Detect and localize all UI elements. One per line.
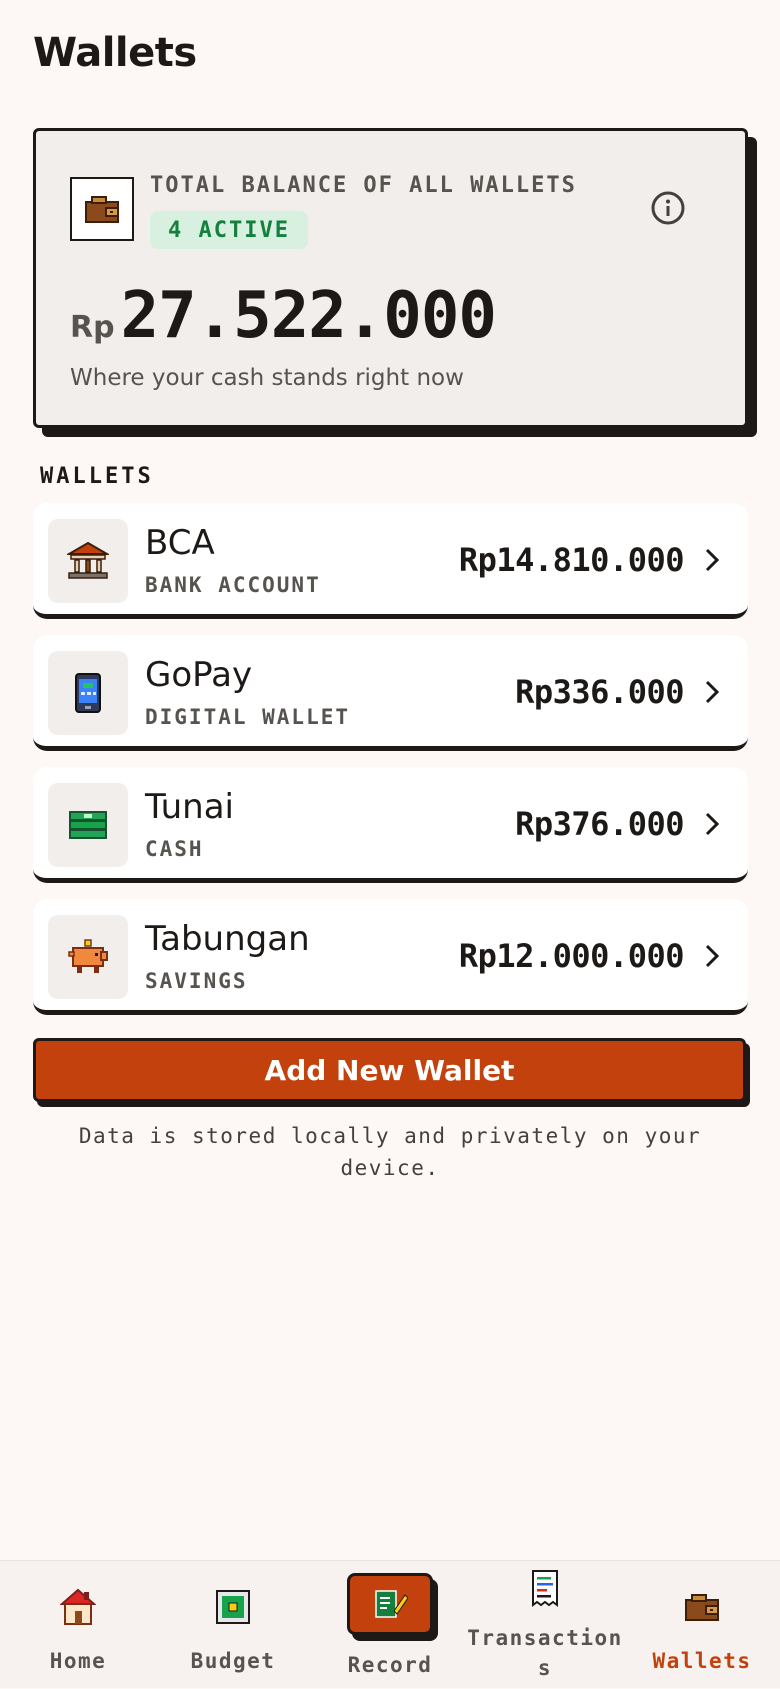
- page-title: Wallets: [33, 30, 197, 76]
- currency-symbol: Rp: [70, 310, 115, 345]
- wallet-item-icon-box: [48, 783, 128, 867]
- house-icon: [60, 1588, 96, 1625]
- receipt-icon: [532, 1570, 558, 1607]
- wallet-icon: [685, 1594, 719, 1621]
- wallet-name: GoPay: [145, 655, 253, 695]
- budget-icon: [216, 1590, 250, 1624]
- wallet-type: DIGITAL WALLET: [145, 705, 351, 729]
- piggy-bank-icon: [68, 939, 108, 973]
- wallets-section-label: WALLETS: [40, 464, 154, 489]
- nav-label: Transactions: [467, 1626, 623, 1680]
- wallet-item-icon-box: [48, 519, 128, 603]
- cash-icon: [69, 811, 107, 839]
- wallet-item-icon-box: [48, 915, 128, 999]
- record-icon: [375, 1590, 408, 1618]
- balance-tagline: Where your cash stands right now: [70, 365, 464, 391]
- active-wallets-badge: 4 ACTIVE: [150, 211, 308, 249]
- wallet-item-tabungan[interactable]: Tabungan SAVINGS Rp12.000.000: [33, 899, 748, 1015]
- wallet-type: SAVINGS: [145, 969, 248, 993]
- wallet-name: Tunai: [145, 787, 234, 827]
- wallet-item-gopay[interactable]: GoPay DIGITAL WALLET Rp336.000: [33, 635, 748, 751]
- total-balance-card: TOTAL BALANCE OF ALL WALLETS 4 ACTIVE Rp…: [33, 128, 748, 428]
- nav-item-transactions[interactable]: Transactions: [467, 1561, 621, 1689]
- wallet-type: CASH: [145, 837, 204, 861]
- total-balance-row: Rp 27.522.000: [70, 279, 497, 353]
- chevron-right-icon: [705, 548, 720, 572]
- privacy-note: Data is stored locally and privately on …: [78, 1124, 702, 1180]
- nav-item-record[interactable]: Record: [315, 1561, 465, 1689]
- nav-label: Home: [49, 1649, 107, 1673]
- nav-item-wallets[interactable]: Wallets: [627, 1561, 777, 1689]
- chevron-right-icon: [705, 680, 720, 704]
- nav-item-home[interactable]: Home: [3, 1561, 153, 1689]
- wallet-balance: Rp336.000: [515, 673, 684, 711]
- wallet-icon-box: [70, 177, 134, 241]
- wallet-item-icon-box: [48, 651, 128, 735]
- chevron-right-icon: [705, 812, 720, 836]
- nav-label: Wallets: [652, 1649, 752, 1673]
- add-new-wallet-button[interactable]: Add New Wallet: [33, 1038, 746, 1102]
- wallet-name: Tabungan: [145, 919, 310, 959]
- record-button[interactable]: [347, 1573, 433, 1635]
- wallet-type: BANK ACCOUNT: [145, 573, 321, 597]
- wallet-balance: Rp14.810.000: [458, 541, 685, 579]
- total-balance-label: TOTAL BALANCE OF ALL WALLETS: [150, 173, 577, 198]
- wallet-item-tunai[interactable]: Tunai CASH Rp376.000: [33, 767, 748, 883]
- wallet-item-bca[interactable]: BCA BANK ACCOUNT Rp14.810.000: [33, 503, 748, 619]
- wallet-balance: Rp376.000: [515, 805, 684, 843]
- wallet-icon: [85, 196, 119, 223]
- bottom-nav: Home Budget Record Transactions Wallets: [0, 1560, 780, 1688]
- wallet-name: BCA: [145, 523, 215, 563]
- info-icon[interactable]: [651, 191, 685, 225]
- nav-label: Record: [347, 1653, 433, 1677]
- bank-icon: [67, 541, 109, 579]
- nav-label: Budget: [190, 1649, 276, 1673]
- phone-wallet-icon: [75, 673, 101, 713]
- total-balance-amount: 27.522.000: [120, 279, 497, 353]
- wallet-balance: Rp12.000.000: [458, 937, 685, 975]
- chevron-right-icon: [705, 944, 720, 968]
- nav-item-budget[interactable]: Budget: [158, 1561, 308, 1689]
